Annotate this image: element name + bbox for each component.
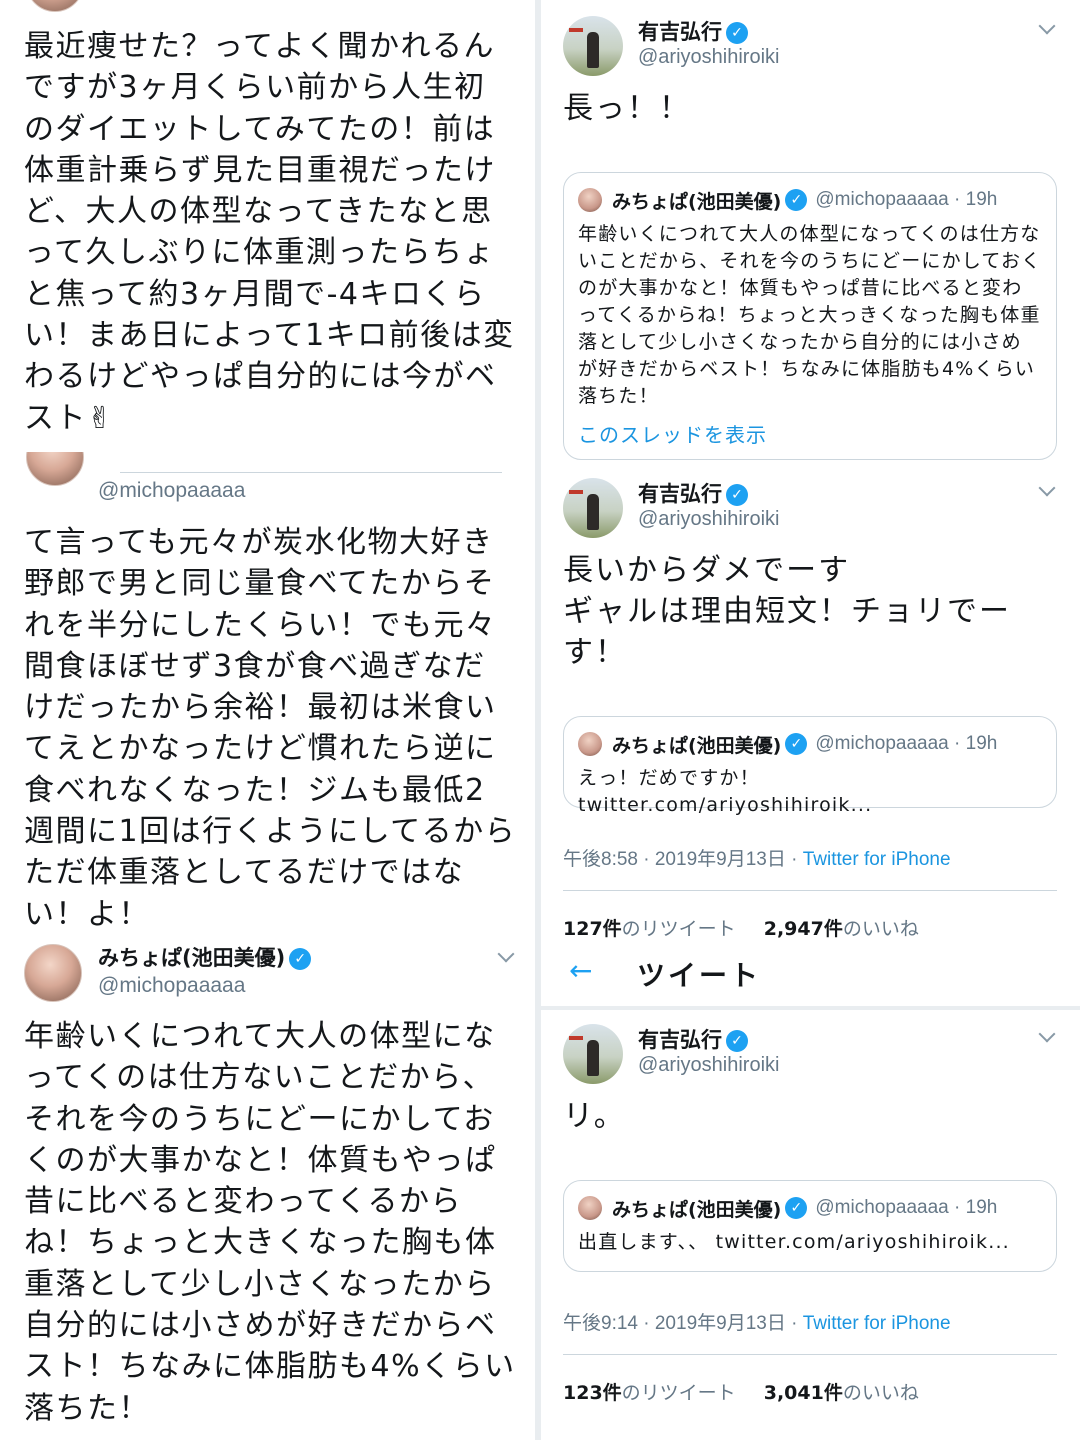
user-handle[interactable]: @michopaaaaa <box>98 479 245 503</box>
tweet-timestamp: 午後8:58 · 2019年9月13日 · <box>563 849 803 870</box>
quoted-tweet-text: 出直します、、 twitter.com/ariyoshihiroik... <box>578 1231 1010 1253</box>
chevron-down-icon[interactable] <box>1038 479 1056 497</box>
quoted-tweet-header: みちょぱ(池田美優) ✓ @michopaaaaa · 19h <box>578 185 997 215</box>
user-name[interactable]: 有吉弘行 ✓ <box>638 478 748 508</box>
tweet-meta: 午後9:14 · 2019年9月13日 · Twitter for iPhone <box>563 1308 951 1335</box>
tweet-source-link[interactable]: Twitter for iPhone <box>803 849 951 870</box>
left-tweet-panel-1: 最近痩せた？ってよく聞かれるんですが3ヶ月くらい前から人生初のダイエットしてみて… <box>0 0 535 452</box>
avatar[interactable] <box>563 1024 623 1084</box>
torii-icon <box>569 28 583 32</box>
verified-badge-icon: ✓ <box>785 733 808 755</box>
user-handle[interactable]: @ariyoshihiroiki <box>638 46 779 69</box>
avatar[interactable] <box>24 944 82 1002</box>
tweet-text: 長っ！！ <box>563 91 691 126</box>
verified-badge-icon: ✓ <box>785 1197 808 1219</box>
avatar[interactable] <box>26 452 84 486</box>
tweet-text: リ。 <box>563 1099 626 1134</box>
verified-badge-icon: ✓ <box>726 484 748 506</box>
tweet-stats: 127件のリツイート 2,947件のいいね <box>563 914 919 941</box>
tweet-source-link[interactable]: Twitter for iPhone <box>803 1313 951 1334</box>
verified-badge-icon: ✓ <box>726 22 748 44</box>
verified-badge-icon: ✓ <box>785 189 808 211</box>
quoted-user-name: みちょぱ(池田美優) <box>612 1198 782 1221</box>
user-handle[interactable]: @ariyoshihiroiki <box>638 508 779 531</box>
verified-badge-icon: ✓ <box>726 1030 748 1052</box>
divider <box>120 472 502 473</box>
avatar <box>578 732 602 756</box>
user-name-text: 有吉弘行 <box>638 20 722 44</box>
user-name-text: 有吉弘行 <box>638 1028 722 1052</box>
tweet-text: て言っても元々が炭水化物大好き野郎で男と同じ量食べてたからそれを半分にしたくらい… <box>24 525 517 932</box>
user-handle[interactable]: @ariyoshihiroiki <box>638 1054 779 1077</box>
like-count[interactable]: 2,947件のいいね <box>764 918 919 940</box>
user-name[interactable]: 有吉弘行 ✓ <box>638 16 748 46</box>
avatar <box>578 1196 602 1220</box>
chevron-down-icon[interactable] <box>1038 17 1056 35</box>
quoted-tweet[interactable]: みちょぱ(池田美優) ✓ @michopaaaaa · 19h 出直します、、 … <box>563 1180 1057 1272</box>
avatar[interactable] <box>563 16 623 76</box>
avatar <box>578 188 602 212</box>
quoted-tweet-text: 年齢いくにつれて大人の体型になってくのは仕方ないことだから、それを今のうちにどー… <box>578 223 1042 407</box>
tweet-text: 年齢いくにつれて大人の体型になってくのは仕方ないことだから、それを今のうちにどー… <box>24 1019 516 1426</box>
user-name[interactable]: みちょぱ(池田美優) ✓ <box>98 942 312 972</box>
like-count[interactable]: 3,041件のいいね <box>764 1382 919 1404</box>
user-name[interactable]: 有吉弘行 ✓ <box>638 1024 748 1054</box>
quoted-tweet[interactable]: みちょぱ(池田美優) ✓ @michopaaaaa · 19h えっ！だめですか… <box>563 716 1057 816</box>
avatar[interactable] <box>563 478 623 538</box>
tweet-timestamp: 午後9:14 · 2019年9月13日 · <box>563 1313 803 1334</box>
quoted-user-handle: @michopaaaaa · 19h <box>815 733 998 754</box>
tweet-text: 最近痩せた？ってよく聞かれるんですが3ヶ月くらい前から人生初のダイエットしてみて… <box>24 29 515 436</box>
tweet-nav-header: ← ツイート <box>541 942 1080 1002</box>
left-tweet-panel-2: @michopaaaaa て言っても元々が炭水化物大好き野郎で男と同じ量食べてた… <box>0 452 535 940</box>
tweet-stats: 123件のリツイート 3,041件のいいね <box>563 1378 919 1405</box>
user-handle[interactable]: @michopaaaaa <box>98 974 245 998</box>
show-thread-link[interactable]: このスレッドを表示 <box>578 419 767 448</box>
left-tweet-panel-3: みちょぱ(池田美優) ✓ @michopaaaaa 年齢いくにつれて大人の体型にな… <box>0 940 535 1440</box>
user-name-text: 有吉弘行 <box>638 482 722 506</box>
quoted-tweet[interactable]: みちょぱ(池田美優) ✓ @michopaaaaa · 19h 年齢いくにつれて… <box>563 172 1057 460</box>
divider <box>563 890 1057 891</box>
right-tweet-panel-2: 有吉弘行 ✓ @ariyoshihiroiki 長いからダメでーす ギャルは理由短… <box>541 466 1080 1006</box>
avatar[interactable] <box>26 0 84 12</box>
user-name-text: みちょぱ(池田美優) <box>98 946 286 970</box>
person-icon <box>587 494 599 530</box>
quoted-user-handle: @michopaaaaa · 19h <box>815 1197 998 1218</box>
right-tweet-panel-3: 有吉弘行 ✓ @ariyoshihiroiki リ。 みちょぱ(池田美優) ✓ @… <box>541 1010 1080 1440</box>
tweet-meta: 午後8:58 · 2019年9月13日 · Twitter for iPhone <box>563 844 951 871</box>
tweet-text: 長いからダメでーす ギャルは理由短文！チョリでーす！ <box>563 553 1011 670</box>
quoted-user-name: みちょぱ(池田美優) <box>612 190 782 213</box>
chevron-down-icon[interactable] <box>497 945 515 963</box>
quoted-tweet-header: みちょぱ(池田美優) ✓ @michopaaaaa · 19h <box>578 729 997 759</box>
person-icon <box>587 32 599 68</box>
torii-icon <box>569 490 583 494</box>
right-tweet-panel-1: 有吉弘行 ✓ @ariyoshihiroiki 長っ！！ みちょぱ(池田美優) ✓… <box>541 0 1080 466</box>
back-arrow-icon[interactable]: ← <box>569 954 592 987</box>
person-icon <box>587 1040 599 1076</box>
retweet-count[interactable]: 127件のリツイート <box>563 918 736 940</box>
verified-badge-icon: ✓ <box>289 948 312 970</box>
quoted-tweet-text: えっ！だめですか！ twitter.com/ariyoshihiroik... <box>578 767 873 816</box>
quoted-user-handle: @michopaaaaa · 19h <box>815 189 998 210</box>
retweet-count[interactable]: 123件のリツイート <box>563 1382 736 1404</box>
chevron-down-icon[interactable] <box>1038 1025 1056 1043</box>
divider <box>563 1354 1057 1355</box>
torii-icon <box>569 1036 583 1040</box>
quoted-user-name: みちょぱ(池田美優) <box>612 734 782 757</box>
page-title: ツイート <box>637 959 762 992</box>
quoted-tweet-header: みちょぱ(池田美優) ✓ @michopaaaaa · 19h <box>578 1193 997 1223</box>
